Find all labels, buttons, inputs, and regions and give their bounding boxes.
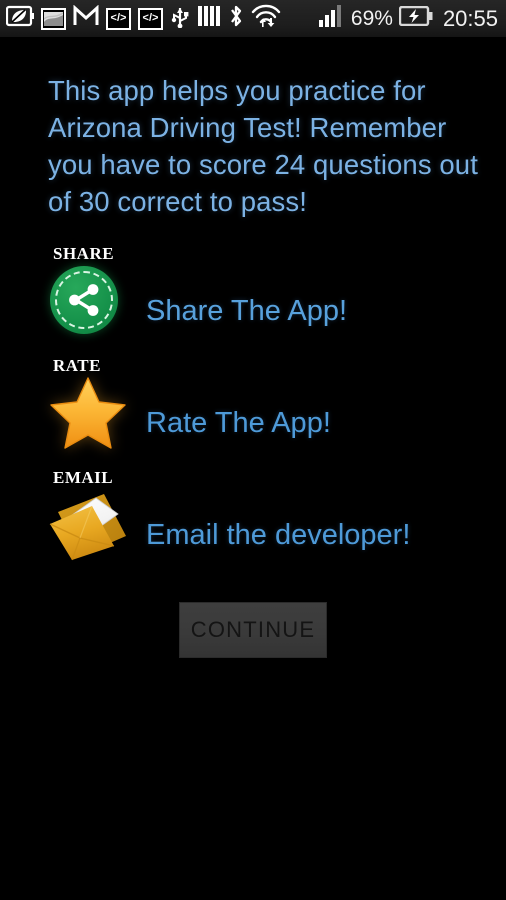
- email-caption: EMAIL: [53, 468, 114, 487]
- intro-headline: This app helps you practice for Arizona …: [48, 75, 478, 217]
- code-icon-2-glyph: </>: [142, 12, 159, 24]
- share-nodes-glyph: [69, 284, 99, 316]
- sim-bars-icon: [197, 5, 221, 32]
- usb-icon: [170, 4, 190, 33]
- rate-action-label[interactable]: Rate The App!: [146, 409, 331, 438]
- cellular-signal-icon: [318, 5, 343, 32]
- battery-percent-label: 69%: [350, 7, 393, 30]
- share-caption: SHARE: [53, 244, 115, 263]
- eco-leaf-battery-icon: [5, 5, 34, 32]
- rate-action-row[interactable]: RATE Rate The App!: [0, 356, 506, 452]
- share-action-label[interactable]: Share The App!: [146, 297, 347, 326]
- wifi-transfer-icon: [251, 4, 281, 33]
- status-bar-system: 69% 20:55: [318, 5, 498, 32]
- share-action-row[interactable]: SHARE Share The App!: [0, 244, 506, 340]
- email-icon-wrapper[interactable]: EMAIL: [49, 468, 142, 564]
- app-screen: </> </> 69% 20:55 This app helps you pra…: [0, 0, 506, 900]
- share-icon-wrapper[interactable]: SHARE: [50, 244, 142, 340]
- rate-caption: RATE: [53, 356, 101, 375]
- rate-icon-wrapper[interactable]: RATE: [50, 356, 142, 452]
- email-action-row[interactable]: EMAIL Email the developer!: [0, 468, 506, 564]
- code-icon-1-glyph: </>: [110, 12, 127, 24]
- envelope-icon[interactable]: [46, 488, 134, 562]
- star-icon[interactable]: [48, 374, 128, 450]
- code-icon-2: </>: [138, 7, 163, 30]
- gmail-icon: [73, 4, 99, 32]
- bluetooth-icon: [228, 4, 244, 33]
- clock-label: 20:55: [442, 5, 498, 31]
- email-action-label[interactable]: Email the developer!: [146, 521, 410, 550]
- share-nodes-icon[interactable]: [50, 266, 118, 334]
- continue-button[interactable]: CONTINUE: [179, 602, 327, 658]
- status-bar: </> </> 69% 20:55: [0, 0, 506, 37]
- code-icon-1: </>: [106, 7, 131, 30]
- battery-charging-icon: [398, 5, 433, 31]
- status-bar-notifications: </> </>: [5, 4, 319, 33]
- photo-image-icon: [41, 7, 66, 30]
